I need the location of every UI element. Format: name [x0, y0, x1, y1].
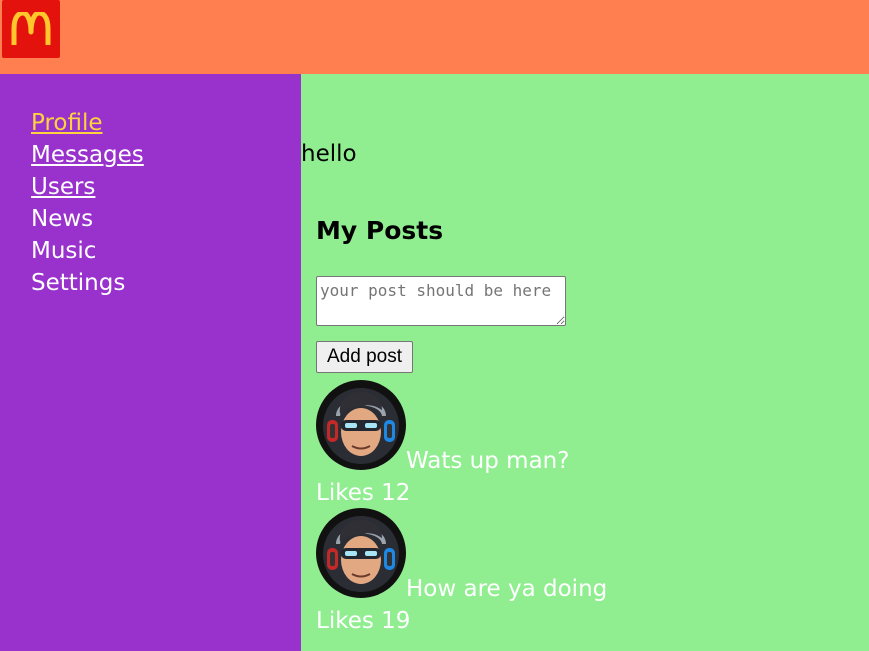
sidebar-item-profile[interactable]: Profile	[31, 107, 144, 139]
gamer-avatar-icon	[316, 508, 406, 598]
profile-greeting: hello	[301, 141, 357, 167]
add-post-button[interactable]: Add post	[316, 341, 413, 373]
sidebar-item-users[interactable]: Users	[31, 171, 144, 203]
sidebar-item-messages[interactable]: Messages	[31, 139, 144, 171]
app-root: Profile Messages Users News Music Settin…	[0, 0, 869, 651]
sidebar-nav: Profile Messages Users News Music Settin…	[31, 107, 144, 299]
post-likes: Likes 19	[316, 608, 411, 634]
new-post-input[interactable]	[316, 276, 566, 326]
post-likes: Likes 12	[316, 480, 411, 506]
post-item: How are ya doing Likes 19	[316, 508, 836, 634]
logo[interactable]	[2, 0, 60, 58]
gamer-avatar-icon	[316, 380, 406, 470]
main-content: hello My Posts Add post Wats up man?	[301, 74, 869, 651]
sidebar-item-music: Music	[31, 238, 97, 264]
mcdonalds-arches-icon	[11, 12, 51, 45]
posts-title: My Posts	[316, 216, 444, 245]
sidebar-item-news: News	[31, 206, 94, 232]
post-item: Wats up man? Likes 12	[316, 380, 836, 506]
post-message: Wats up man?	[406, 448, 570, 474]
sidebar: Profile Messages Users News Music Settin…	[0, 74, 301, 651]
post-message: How are ya doing	[406, 576, 608, 602]
app-header	[0, 0, 869, 74]
sidebar-item-settings: Settings	[31, 270, 126, 296]
